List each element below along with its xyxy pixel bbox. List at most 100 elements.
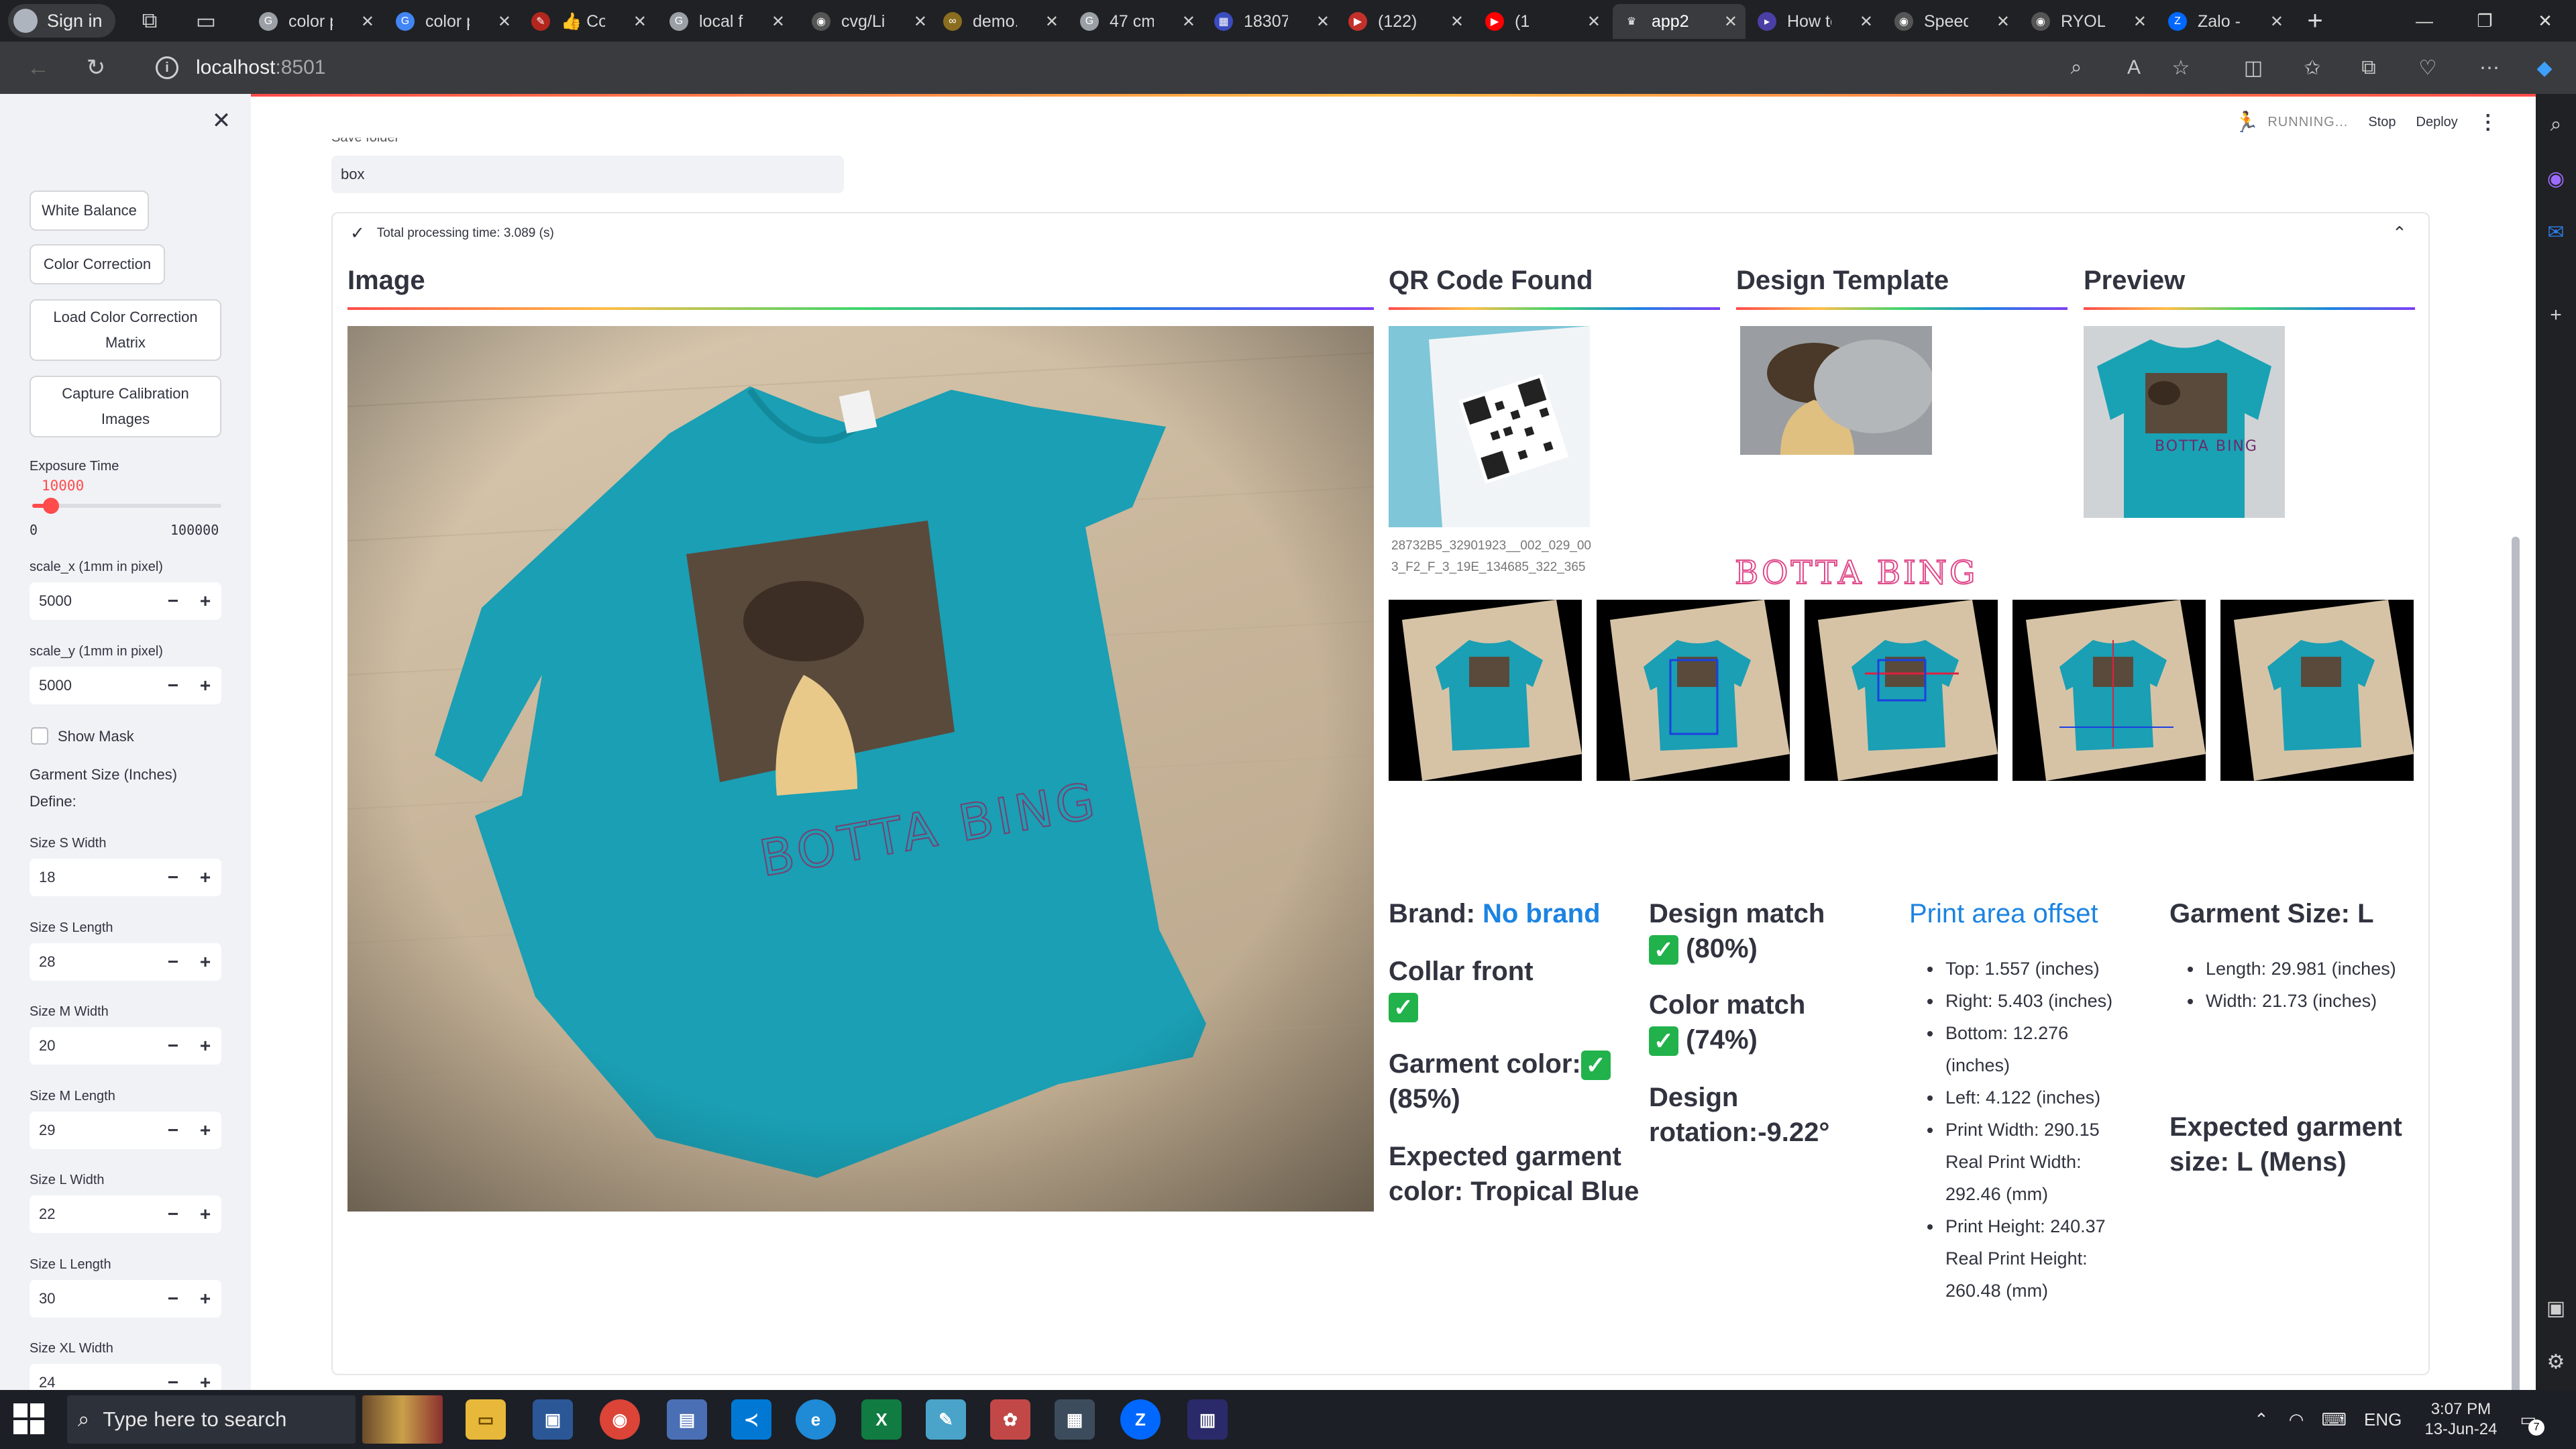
- notification-icon[interactable]: ▭ 7: [2520, 1409, 2545, 1436]
- page-scrollbar[interactable]: [2512, 537, 2520, 1390]
- browser-tab[interactable]: ♛ app2 ✕: [1613, 4, 1746, 39]
- refresh-icon[interactable]: ↻: [80, 52, 111, 83]
- decrement-button[interactable]: −: [157, 590, 189, 612]
- new-tab-button[interactable]: +: [2298, 4, 2332, 38]
- increment-button[interactable]: +: [189, 1288, 221, 1309]
- settings-gear-icon[interactable]: ⚙: [2540, 1346, 2572, 1378]
- decrement-button[interactable]: −: [157, 951, 189, 973]
- save-folder-input[interactable]: box: [331, 156, 844, 193]
- terminal-icon[interactable]: ▥: [1187, 1399, 1228, 1440]
- close-tab-icon[interactable]: ✕: [1450, 12, 1464, 32]
- favorites-icon[interactable]: ✩: [2297, 52, 2328, 83]
- browser-tab[interactable]: ▸ How to ✕: [1748, 4, 1881, 39]
- vscode-icon[interactable]: ≺: [731, 1399, 771, 1440]
- excel-icon[interactable]: X: [861, 1399, 902, 1440]
- size-field-input[interactable]: 30− +: [30, 1279, 221, 1318]
- close-tab-icon[interactable]: ✕: [1182, 12, 1195, 32]
- size-field-value[interactable]: 29: [30, 1122, 157, 1139]
- copilot-sidebar-icon[interactable]: ◉: [2540, 162, 2572, 195]
- size-field-input[interactable]: 22− +: [30, 1195, 221, 1233]
- close-tab-icon[interactable]: ✕: [361, 12, 374, 32]
- decrement-button[interactable]: −: [157, 1288, 189, 1309]
- back-icon[interactable]: ←: [23, 52, 54, 83]
- decrement-button[interactable]: −: [157, 1203, 189, 1225]
- browser-tab[interactable]: ▶ (1 ✕: [1476, 4, 1609, 39]
- language-indicator[interactable]: ENG: [2364, 1409, 2402, 1430]
- close-tab-icon[interactable]: ✕: [2270, 12, 2284, 32]
- size-field-value[interactable]: 24: [30, 1374, 157, 1390]
- chevron-up-icon[interactable]: ⌃: [2254, 1409, 2269, 1430]
- exposure-slider-handle[interactable]: [43, 498, 59, 514]
- increment-button[interactable]: +: [189, 1035, 221, 1057]
- close-window-button[interactable]: ✕: [2513, 0, 2576, 42]
- read-aloud-icon[interactable]: A: [2118, 52, 2149, 83]
- close-tab-icon[interactable]: ✕: [1996, 12, 2010, 32]
- increment-button[interactable]: +: [189, 675, 221, 696]
- size-field-value[interactable]: 22: [30, 1205, 157, 1223]
- size-field-input[interactable]: 20− +: [30, 1027, 221, 1065]
- wifi-icon[interactable]: ◠: [2289, 1409, 2304, 1430]
- chrome-icon[interactable]: ◉: [600, 1399, 640, 1440]
- minimize-button[interactable]: —: [2392, 0, 2457, 42]
- increment-button[interactable]: +: [189, 590, 221, 612]
- browser-tab[interactable]: Gcolor p ✕: [386, 4, 519, 39]
- size-field-value[interactable]: 20: [30, 1037, 157, 1055]
- scale-y-input[interactable]: 5000 − +: [30, 667, 221, 704]
- deploy-button[interactable]: Deploy: [2416, 115, 2458, 130]
- file-explorer-icon[interactable]: ▭: [466, 1399, 506, 1440]
- chevron-up-icon[interactable]: ⌃: [2392, 223, 2407, 244]
- browser-tab[interactable]: ◉ Speed ✕: [1885, 4, 2018, 39]
- increment-button[interactable]: +: [189, 867, 221, 888]
- calculator-icon[interactable]: ▦: [1055, 1399, 1095, 1440]
- scale-x-input[interactable]: 5000 − +: [30, 582, 221, 620]
- browser-tab[interactable]: ▶ (122) F ✕: [1339, 4, 1472, 39]
- decrement-button[interactable]: −: [157, 675, 189, 696]
- exposure-slider[interactable]: [32, 504, 221, 508]
- outlook-icon[interactable]: ✉: [2540, 216, 2572, 248]
- close-tab-icon[interactable]: ✕: [498, 12, 511, 32]
- edge-icon[interactable]: e: [796, 1399, 836, 1440]
- taskbar-search[interactable]: ⌕ Type here to search: [67, 1395, 356, 1444]
- restore-button[interactable]: ❐: [2453, 0, 2517, 42]
- size-field-value[interactable]: 18: [30, 869, 157, 886]
- copilot-icon[interactable]: ◆: [2529, 52, 2560, 83]
- close-tab-icon[interactable]: ✕: [1045, 12, 1059, 32]
- paint-icon[interactable]: ✿: [990, 1399, 1030, 1440]
- browser-tab[interactable]: ✎ 👍 Col ✕: [522, 4, 655, 39]
- workspaces-icon[interactable]: ⧉: [134, 5, 165, 36]
- favorite-star-icon[interactable]: ☆: [2165, 52, 2196, 83]
- size-field-value[interactable]: 28: [30, 953, 157, 971]
- close-tab-icon[interactable]: ✕: [1587, 12, 1601, 32]
- browser-tab[interactable]: Glocal fe ✕: [660, 4, 793, 39]
- load-ccm-button[interactable]: Load Color Correction Matrix: [30, 299, 221, 361]
- browser-tab[interactable]: ◉ RYOLO ✕: [2022, 4, 2155, 39]
- browser-tab[interactable]: ▦ 18307 ✕: [1205, 4, 1338, 39]
- split-screen-icon[interactable]: ◫: [2238, 52, 2269, 83]
- stop-button[interactable]: Stop: [2368, 115, 2396, 130]
- url-field[interactable]: i localhost:8501: [156, 48, 2088, 87]
- clock[interactable]: 3:07 PM 13-Jun-24: [2424, 1399, 2497, 1440]
- browser-tab[interactable]: Gcolor p ✕: [250, 4, 382, 39]
- increment-button[interactable]: +: [189, 1203, 221, 1225]
- capture-calibration-button[interactable]: Capture Calibration Images: [30, 376, 221, 437]
- size-field-input[interactable]: 28− +: [30, 943, 221, 981]
- increment-button[interactable]: +: [189, 951, 221, 973]
- site-info-icon[interactable]: i: [156, 56, 178, 79]
- decrement-button[interactable]: −: [157, 1372, 189, 1390]
- size-field-input[interactable]: 29− +: [30, 1111, 221, 1149]
- zalo-icon[interactable]: Z: [1120, 1399, 1161, 1440]
- search-icon[interactable]: ⌕: [2540, 109, 2572, 141]
- remote-desktop-icon[interactable]: ▤: [667, 1399, 707, 1440]
- sign-in-button[interactable]: Sign in: [8, 4, 115, 38]
- white-balance-button[interactable]: White Balance: [30, 191, 149, 231]
- color-correction-button[interactable]: Color Correction: [30, 244, 165, 284]
- collections-icon[interactable]: ⧉: [2353, 52, 2384, 83]
- keyboard-icon[interactable]: ⌨: [2321, 1409, 2347, 1430]
- close-tab-icon[interactable]: ✕: [2133, 12, 2147, 32]
- close-tab-icon[interactable]: ✕: [1860, 12, 1873, 32]
- size-field-input[interactable]: 24− +: [30, 1364, 221, 1390]
- main-menu-icon[interactable]: ⋮: [2478, 111, 2498, 134]
- close-tab-icon[interactable]: ✕: [914, 12, 927, 32]
- increment-button[interactable]: +: [189, 1372, 221, 1390]
- add-sidebar-app-icon[interactable]: +: [2540, 299, 2572, 331]
